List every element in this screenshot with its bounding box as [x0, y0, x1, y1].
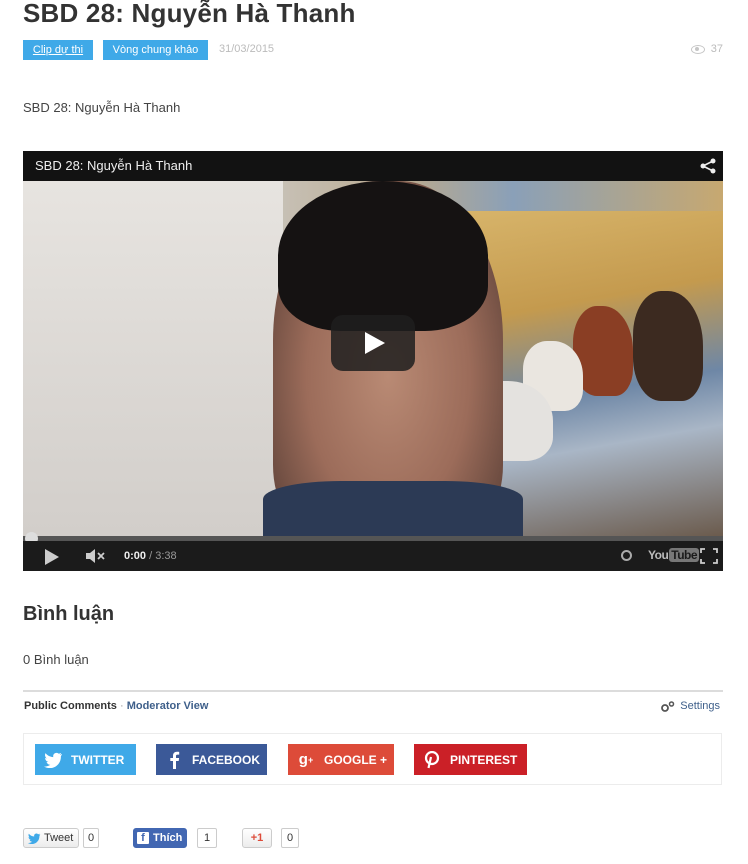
like-count: 1 [197, 828, 217, 848]
google-plus-one-count: 0 [281, 828, 299, 848]
mute-icon[interactable] [85, 548, 107, 564]
moderator-view-link[interactable]: Moderator View [127, 700, 209, 712]
gear-icon [661, 700, 675, 712]
twitter-share-label[interactable]: TWITTER [71, 753, 124, 767]
facebook-like-button[interactable]: f Thích [133, 828, 187, 848]
duration: / 3:38 [149, 550, 177, 562]
video-controls: 0:00 / 3:38 You Tube [23, 541, 723, 571]
tag-vong-chung-khao[interactable]: Vòng chung khảo [103, 40, 208, 60]
post-intro: SBD 28: Nguyễn Hà Thanh [23, 100, 181, 115]
like-label[interactable]: Thích [153, 832, 182, 844]
tweet-label[interactable]: Tweet [44, 832, 73, 844]
separator: · [119, 700, 124, 712]
share-icon[interactable] [699, 157, 717, 175]
tweet-count: 0 [83, 828, 99, 848]
facebook-like-icon: f [137, 832, 149, 844]
eye-icon [690, 44, 705, 54]
view-count: 37 [690, 43, 723, 55]
google-plus-share-label[interactable]: GOOGLE + [324, 753, 387, 767]
youtube-logo-tube: Tube [669, 548, 700, 562]
comments-toolbar: Public Comments · Moderator View Setting… [23, 690, 723, 720]
play-icon[interactable] [45, 549, 59, 565]
youtube-logo-you: You [648, 548, 669, 562]
tweet-button[interactable]: Tweet [23, 828, 79, 848]
settings-button[interactable]: Settings [661, 700, 720, 712]
share-buttons: TWITTER FACEBOOK g + GOOGLE + PINTEREST [23, 733, 722, 785]
pinterest-share-label[interactable]: PINTEREST [450, 753, 517, 767]
twitter-share-button[interactable]: TWITTER [35, 744, 136, 775]
google-plus-one-button[interactable]: +1 [242, 828, 272, 848]
pinterest-icon [414, 750, 450, 769]
social-counters: Tweet 0 f Thích 1 +1 0 [23, 828, 423, 850]
facebook-share-label[interactable]: FACEBOOK [192, 753, 260, 767]
youtube-logo[interactable]: You Tube [648, 548, 700, 562]
pinterest-share-button[interactable]: PINTEREST [414, 744, 527, 775]
play-button[interactable] [331, 315, 415, 371]
public-comments-tab[interactable]: Public Comments · Moderator View [24, 700, 208, 712]
time-display: 0:00 / 3:38 [124, 550, 177, 562]
view-count-value: 37 [710, 43, 723, 55]
video-title[interactable]: SBD 28: Nguyễn Hà Thanh [35, 158, 192, 173]
tag-clip-du-thi[interactable]: Clip dự thi [23, 40, 93, 60]
comments-heading: Bình luận [23, 603, 115, 625]
facebook-icon [156, 751, 192, 769]
watch-later-icon[interactable] [621, 550, 632, 561]
video-title-bar: SBD 28: Nguyễn Hà Thanh [23, 151, 723, 181]
google-plus-icon: g + [298, 751, 314, 768]
page-title: SBD 28: Nguyễn Hà Thanh [23, 0, 356, 28]
post-date: 31/03/2015 [219, 43, 275, 55]
facebook-share-button[interactable]: FACEBOOK [156, 744, 267, 775]
twitter-bird-icon [27, 833, 41, 844]
video-player[interactable]: SBD 28: Nguyễn Hà Thanh 0:00 / 3:38 You T… [23, 151, 723, 571]
google-plus-one-label[interactable]: +1 [251, 832, 264, 844]
current-time: 0:00 [124, 550, 147, 562]
settings-label[interactable]: Settings [680, 700, 720, 712]
post-meta: Clip dự thi Vòng chung khảo 31/03/2015 3… [23, 40, 723, 60]
fullscreen-icon[interactable] [700, 548, 718, 564]
comment-count: 0 Bình luận [23, 652, 89, 667]
public-comments-label[interactable]: Public Comments [24, 700, 117, 712]
twitter-icon [35, 752, 71, 768]
google-plus-share-button[interactable]: g + GOOGLE + [288, 744, 394, 775]
